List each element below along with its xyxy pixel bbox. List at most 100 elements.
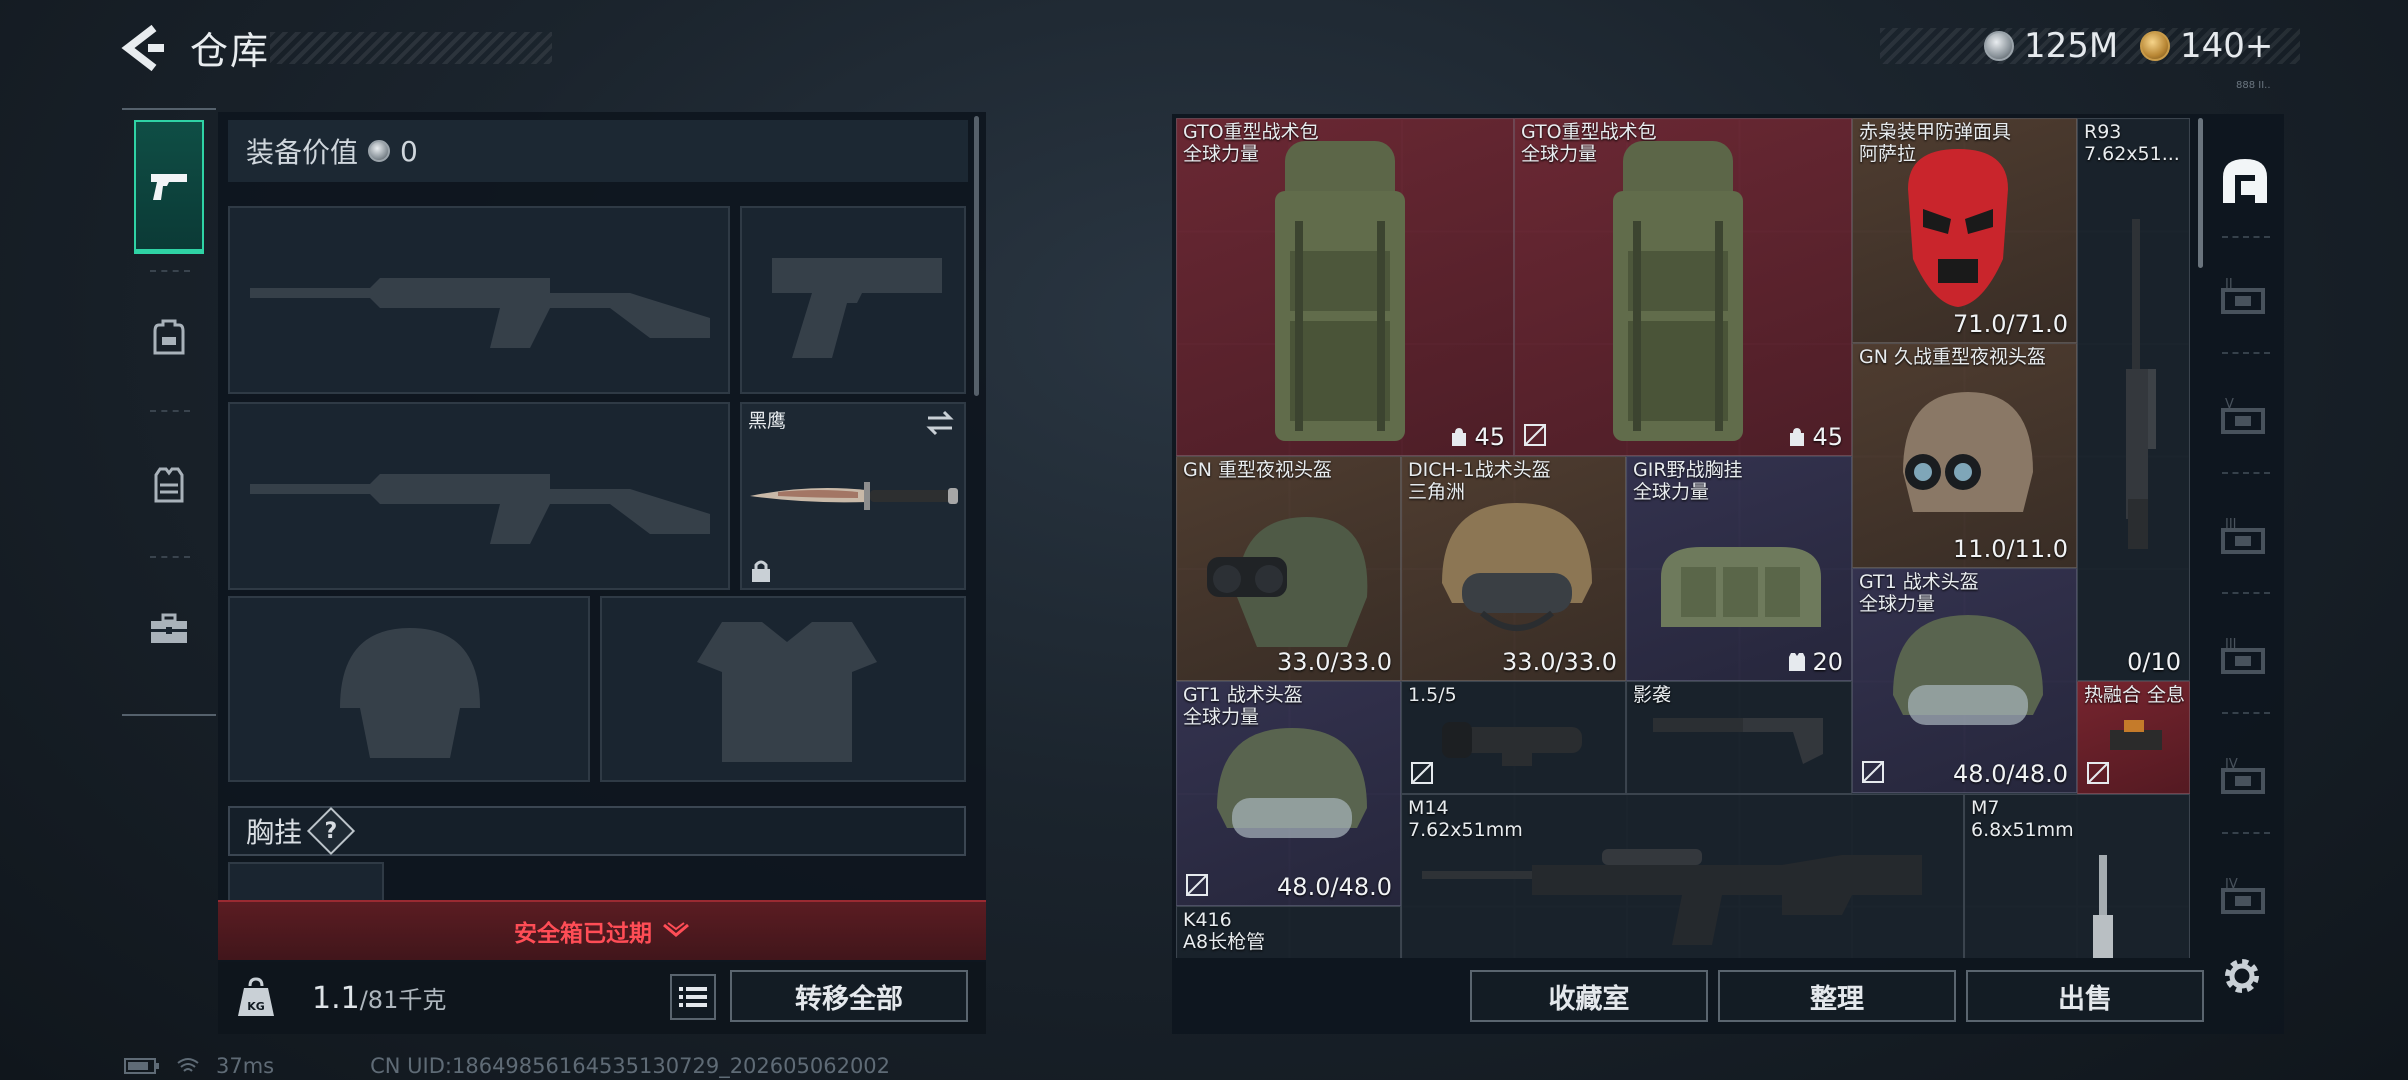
back-arrow-icon[interactable] <box>118 22 166 74</box>
inventory-item[interactable]: M14 7.62x51mm <box>1401 794 1964 958</box>
item-value: 71.0/71.0 <box>1953 310 2068 338</box>
inventory-grid[interactable]: GTO重型战术包 全球力量 45 GTO重型战术包 全球力量 45 赤枭装甲防弹面具… <box>1176 118 2190 958</box>
tab-divider <box>150 410 190 413</box>
tab-warehouse-4b[interactable]: IV <box>2210 846 2280 946</box>
armor-slot[interactable] <box>600 596 966 782</box>
inventory-item[interactable]: M7 6.8x51mm <box>1964 794 2190 958</box>
item-name: GN 重型夜视头盔 <box>1183 459 1332 481</box>
item-value: 48.0/48.0 <box>1277 873 1392 901</box>
organize-button[interactable]: 整理 <box>1718 970 1956 1022</box>
svg-text:IV: IV <box>2225 757 2238 772</box>
silver-currency[interactable]: 125M <box>1984 26 2118 66</box>
primary-weapon-slot[interactable] <box>228 206 730 394</box>
item-name: K416 A8长枪管 <box>1183 909 1266 953</box>
unavailable-mark-icon <box>2087 762 2109 784</box>
item-value: 45 <box>1450 423 1505 451</box>
uid-text: CN UID:186498561645351307​29_20260506200… <box>370 1054 891 1078</box>
weight-icon: KG <box>238 977 274 1016</box>
inventory-item[interactable]: R93 7.62x51... 0/10 <box>2077 118 2190 681</box>
chest-rig-slot[interactable] <box>228 862 384 902</box>
inventory-item[interactable]: K416 A8长枪管 <box>1176 906 1401 958</box>
backpack-icon <box>1275 141 1405 441</box>
inventory-item[interactable]: GN 久战重型夜视头盔 11.0/11.0 <box>1852 343 2077 568</box>
tab-backpack[interactable] <box>134 270 204 404</box>
inventory-item[interactable]: GTO重型战术包 全球力量 45 <box>1514 118 1852 456</box>
equipment-value: 0 <box>400 134 418 168</box>
tab-vest[interactable] <box>134 418 204 552</box>
inventory-item[interactable]: 热融合 全息 <box>2077 681 2190 794</box>
safe-box-expired-banner[interactable]: 安全箱已过期 <box>218 900 986 960</box>
chest-rig-label: 胸挂 <box>246 816 303 849</box>
tab-toolbox[interactable] <box>134 562 204 696</box>
inventory-item[interactable]: GT1 战术头盔 全球力量 48.0/48.0 <box>1176 681 1401 906</box>
warehouse-tab-icon: IV <box>2221 877 2265 914</box>
melee-slot[interactable]: 黑鹰 <box>740 402 966 590</box>
list-view-button[interactable] <box>670 974 716 1020</box>
tab-divider <box>2222 472 2270 475</box>
tab-warehouse-3a[interactable]: III <box>2210 486 2280 586</box>
inventory-item[interactable]: DICH-1战术头盔 三角洲 33.0/33.0 <box>1401 456 1626 681</box>
tab-divider <box>2222 832 2270 835</box>
version-label: 888 II.. <box>2236 80 2271 91</box>
weight-value: 1.1 <box>312 981 360 1016</box>
pistol-icon <box>151 173 187 200</box>
secondary-weapon-slot[interactable] <box>228 402 730 590</box>
ping-text: 37ms <box>216 1054 275 1078</box>
backpack-icon <box>153 319 185 355</box>
status-bar: 37ms CN UID:186498561645351307​29_202605… <box>124 1054 890 1078</box>
inventory-scrollbar[interactable] <box>2198 118 2203 268</box>
safe-box-expired-text: 安全箱已过期 <box>514 921 652 947</box>
item-name: GIR野战胸挂 全球力量 <box>1633 459 1743 503</box>
gold-currency[interactable]: 140+ <box>2140 26 2273 66</box>
tab-divider <box>150 556 190 559</box>
tab-divider <box>2222 352 2270 355</box>
svg-text:III: III <box>2225 637 2237 652</box>
equipment-value-label: 装备价值 <box>246 136 359 169</box>
warehouse-tab-icon: III <box>2221 517 2265 554</box>
svg-text:IV: IV <box>2225 877 2238 892</box>
inventory-item[interactable]: GTO重型战术包 全球力量 45 <box>1176 118 1514 456</box>
helmet-icon <box>1893 615 2043 725</box>
tab-storage-home[interactable] <box>2210 130 2280 230</box>
chest-rig-row[interactable]: 胸挂 ? <box>228 806 966 856</box>
inventory-item[interactable]: 影袭 <box>1626 681 1852 794</box>
swap-icon[interactable] <box>924 410 956 436</box>
melee-name: 黑鹰 <box>748 410 787 432</box>
collection-room-button[interactable]: 收藏室 <box>1470 970 1708 1022</box>
unavailable-mark-icon <box>1411 762 1433 784</box>
svg-text:II: II <box>2225 277 2233 292</box>
silver-coin-icon <box>368 140 391 162</box>
unavailable-mark-icon <box>1524 424 1546 446</box>
helmet-slot[interactable] <box>228 596 590 782</box>
inventory-item[interactable]: 赤枭装甲防弹面具 阿萨拉 71.0/71.0 <box>1852 118 2077 343</box>
inventory-item[interactable]: GN 重型夜视头盔 33.0/33.0 <box>1176 456 1401 681</box>
rifle-silhouette-icon <box>250 278 710 348</box>
gear-icon[interactable] <box>2220 954 2264 998</box>
rifle-icon <box>2093 855 2113 958</box>
tab-weapons[interactable] <box>134 120 204 254</box>
equipment-scrollbar[interactable] <box>974 116 979 396</box>
sell-button[interactable]: 出售 <box>1966 970 2204 1022</box>
item-name: M7 6.8x51mm <box>1971 797 2074 841</box>
unavailable-mark-icon <box>1186 874 1208 896</box>
item-name: 影袭 <box>1633 684 1672 706</box>
capacity-icon <box>1452 428 1467 446</box>
battery-icon <box>124 1058 159 1074</box>
vest-small-icon <box>1789 653 1806 671</box>
tab-warehouse-3b[interactable]: III <box>2210 606 2280 706</box>
inventory-item[interactable]: 1.5/5 <box>1401 681 1626 794</box>
mask-icon <box>1908 149 2008 307</box>
help-icon[interactable]: ? <box>306 806 356 856</box>
holo-sight-icon <box>2110 720 2162 750</box>
tab-warehouse-5[interactable]: V <box>2210 366 2280 466</box>
pistol-slot[interactable] <box>740 206 966 394</box>
svg-text:KG: KG <box>247 1000 265 1013</box>
tab-warehouse-2[interactable]: II <box>2210 246 2280 346</box>
inventory-item[interactable]: GT1 战术头盔 全球力量 48.0/48.0 <box>1852 568 2077 793</box>
inventory-item[interactable]: GIR野战胸挂 全球力量 20 <box>1626 456 1852 681</box>
silver-amount: 125M <box>2024 26 2119 66</box>
rifle-icon <box>1422 849 1922 945</box>
transfer-all-button[interactable]: 转移全部 <box>730 970 968 1022</box>
tab-warehouse-4a[interactable]: IV <box>2210 726 2280 826</box>
stock-icon <box>1653 718 1823 764</box>
